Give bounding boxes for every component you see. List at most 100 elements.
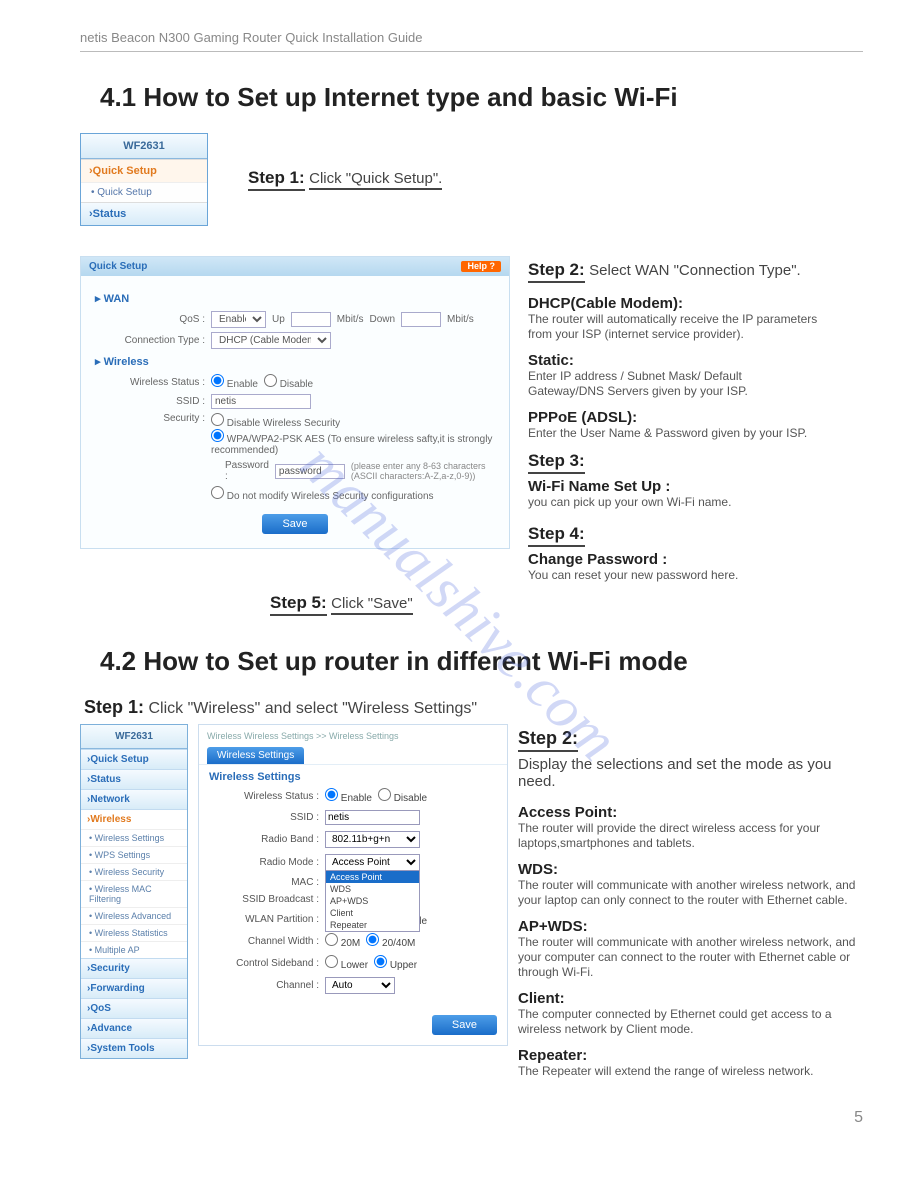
wireless-settings-panel: Wireless Wireless Settings >> Wireless S… bbox=[198, 724, 508, 1046]
sec-pwd-hint: (please enter any 8-63 characters (ASCII… bbox=[351, 461, 495, 481]
p42-disable-text: Disable bbox=[394, 793, 427, 804]
s42-step2-text: Display the selections and set the mode … bbox=[518, 756, 863, 790]
section-42-title: 4.2 How to Set up router in different Wi… bbox=[100, 646, 863, 677]
sidebar-subitem-quick-setup[interactable]: • Quick Setup bbox=[81, 182, 207, 202]
step3-label: Step 3: bbox=[528, 451, 585, 474]
sidebar-item-status[interactable]: ›Status bbox=[81, 202, 207, 225]
sec-nomod-radio[interactable] bbox=[211, 486, 224, 499]
qos-up-input[interactable] bbox=[291, 312, 331, 327]
pppoe-title: PPPoE (ADSL): bbox=[528, 409, 818, 426]
connection-type-label: Connection Type : bbox=[95, 335, 205, 346]
apwds-title: AP+WDS: bbox=[518, 918, 863, 935]
cs-lower-radio[interactable] bbox=[325, 955, 338, 968]
p42-cs-label: Control Sideband : bbox=[209, 958, 319, 969]
step5-label: Step 5: bbox=[270, 593, 327, 616]
cs-lower-text: Lower bbox=[341, 960, 368, 971]
nav-status[interactable]: ›Status bbox=[81, 769, 187, 789]
sub-mac-filtering[interactable]: • Wireless MAC Filtering bbox=[81, 880, 187, 907]
cs-upper-text: Upper bbox=[390, 960, 417, 971]
cs-upper-radio[interactable] bbox=[374, 955, 387, 968]
ap-title: Access Point: bbox=[518, 804, 863, 821]
nav-advance[interactable]: ›Advance bbox=[81, 1018, 187, 1038]
p42-disable-radio[interactable] bbox=[378, 788, 391, 801]
nav-wireless[interactable]: ›Wireless bbox=[81, 809, 187, 829]
nav-security[interactable]: ›Security bbox=[81, 958, 187, 978]
wireless-disable-radio[interactable] bbox=[264, 374, 277, 387]
cw-2040m-radio[interactable] bbox=[366, 933, 379, 946]
qos-select[interactable]: Enable bbox=[211, 311, 266, 328]
p42-ch-label: Channel : bbox=[209, 980, 319, 991]
p42-ssid-input[interactable] bbox=[325, 810, 420, 825]
ap-text: The router will provide the direct wirel… bbox=[518, 821, 863, 851]
p42-sbc-label: SSID Broadcast : bbox=[209, 894, 319, 905]
nav-forwarding[interactable]: ›Forwarding bbox=[81, 978, 187, 998]
section-41-title: 4.1 How to Set up Internet type and basi… bbox=[100, 82, 863, 113]
p42-rb-label: Radio Band : bbox=[209, 834, 319, 845]
sub-wps-settings[interactable]: • WPS Settings bbox=[81, 846, 187, 863]
channel-select[interactable]: Auto bbox=[325, 977, 395, 994]
static-text: Enter IP address / Subnet Mask/ Default … bbox=[528, 369, 818, 399]
qs-head-title: Quick Setup bbox=[89, 261, 147, 272]
radio-band-select[interactable]: 802.11b+g+n bbox=[325, 831, 420, 848]
quick-setup-panel: Quick Setup Help ? ▸ WAN QoS : Enable Up… bbox=[80, 256, 510, 549]
p42-mac-label: MAC : bbox=[209, 877, 319, 888]
step5-text: Click "Save" bbox=[331, 595, 413, 615]
ddopt-apwds[interactable]: AP+WDS bbox=[326, 895, 419, 907]
save-button[interactable]: Save bbox=[262, 514, 327, 534]
nav-system-tools[interactable]: ›System Tools bbox=[81, 1038, 187, 1058]
step1-text: Click "Quick Setup". bbox=[309, 170, 442, 190]
tab-wireless-settings[interactable]: Wireless Settings bbox=[207, 747, 304, 764]
qos-down-label: Down bbox=[369, 314, 395, 325]
sub-wireless-security[interactable]: • Wireless Security bbox=[81, 863, 187, 880]
ddopt-repeater[interactable]: Repeater bbox=[326, 919, 419, 931]
wireless-status-label: Wireless Status : bbox=[95, 377, 205, 388]
sidebar-42: WF2631 ›Quick Setup ›Status ›Network ›Wi… bbox=[80, 724, 188, 1059]
nav-network[interactable]: ›Network bbox=[81, 789, 187, 809]
p42-ssid-label: SSID : bbox=[209, 812, 319, 823]
sidebar-item-quick-setup[interactable]: ›Quick Setup bbox=[81, 159, 207, 182]
sec-opt1: Disable Wireless Security bbox=[227, 418, 340, 429]
sub-wireless-statistics[interactable]: • Wireless Statistics bbox=[81, 924, 187, 941]
sub-wireless-settings[interactable]: • Wireless Settings bbox=[81, 829, 187, 846]
p42-enable-radio[interactable] bbox=[325, 788, 338, 801]
nav-qos[interactable]: ›QoS bbox=[81, 998, 187, 1018]
ddopt-access-point[interactable]: Access Point bbox=[326, 871, 419, 883]
wireless-disable-text: Disable bbox=[280, 379, 313, 390]
sec-opt2: WPA/WPA2-PSK AES (To ensure wireless saf… bbox=[211, 434, 492, 456]
qs-section-wan: ▸ WAN bbox=[95, 292, 495, 305]
p42-save-button[interactable]: Save bbox=[432, 1015, 497, 1035]
wds-title: WDS: bbox=[518, 861, 863, 878]
ssid-label: SSID : bbox=[95, 396, 205, 407]
panel-section-title: Wireless Settings bbox=[199, 764, 507, 785]
sub-multiple-ap[interactable]: • Multiple AP bbox=[81, 941, 187, 958]
sub-wireless-advanced[interactable]: • Wireless Advanced bbox=[81, 907, 187, 924]
wds-text: The router will communicate with another… bbox=[518, 878, 863, 908]
sec-wpa-radio[interactable] bbox=[211, 429, 224, 442]
qs-section-wireless: ▸ Wireless bbox=[95, 355, 495, 368]
ssid-input[interactable] bbox=[211, 394, 311, 409]
radio-mode-select[interactable]: Access Point bbox=[325, 854, 420, 871]
breadcrumb: Wireless Wireless Settings >> Wireless S… bbox=[199, 725, 507, 747]
qos-unit2: Mbit/s bbox=[447, 314, 474, 325]
step2-text: Select WAN "Connection Type". bbox=[589, 262, 801, 279]
password-input[interactable] bbox=[275, 464, 345, 479]
p42-ws-label: Wireless Status : bbox=[209, 791, 319, 802]
rep-text: The Repeater will extend the range of wi… bbox=[518, 1064, 863, 1079]
connection-type-select[interactable]: DHCP (Cable Modem) bbox=[211, 332, 331, 349]
p42-rm-label: Radio Mode : bbox=[209, 857, 319, 868]
ddopt-wds[interactable]: WDS bbox=[326, 883, 419, 895]
dhcp-text: The router will automatically receive th… bbox=[528, 312, 818, 342]
s42-step2-label: Step 2: bbox=[518, 728, 578, 752]
ddopt-client[interactable]: Client bbox=[326, 907, 419, 919]
qos-down-input[interactable] bbox=[401, 312, 441, 327]
dhcp-title: DHCP(Cable Modem): bbox=[528, 295, 818, 312]
cw-20m-radio[interactable] bbox=[325, 933, 338, 946]
qos-label: QoS : bbox=[95, 314, 205, 325]
client-text: The computer connected by Ethernet could… bbox=[518, 1007, 863, 1037]
wireless-enable-radio[interactable] bbox=[211, 374, 224, 387]
nav-quick-setup[interactable]: ›Quick Setup bbox=[81, 749, 187, 769]
step1-label: Step 1: bbox=[248, 168, 305, 191]
help-button[interactable]: Help ? bbox=[461, 261, 501, 272]
sec-disable-radio[interactable] bbox=[211, 413, 224, 426]
s42-step1-label: Step 1: bbox=[84, 697, 144, 717]
